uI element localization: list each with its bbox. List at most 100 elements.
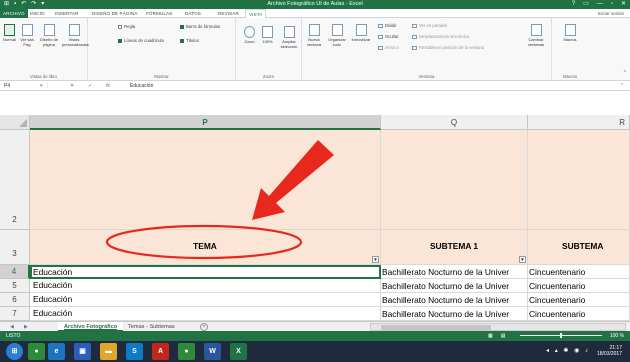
row-header-6[interactable]: 6	[0, 293, 30, 307]
enter-icon[interactable]: ✓	[88, 82, 92, 90]
column-header-r[interactable]: R	[528, 115, 630, 130]
header-subtema1-text: SUBTEMA 1	[429, 241, 479, 251]
file-explorer-icon[interactable]: ▣	[74, 343, 91, 360]
zoom-knob[interactable]	[560, 333, 562, 338]
tab-datos[interactable]: DATOS	[185, 9, 201, 18]
group-zoom: Zoom 100% Ampliar selección Zoom	[236, 18, 302, 81]
zoom-slider[interactable]	[520, 333, 602, 338]
column-header-p[interactable]: P	[30, 115, 381, 130]
side-by-side-button[interactable]: Ver en paralelo	[412, 23, 447, 28]
freeze-panes-button[interactable]: Inmovilizar	[350, 24, 372, 43]
cell-q6[interactable]: Bachillerato Nocturno de la Univer	[381, 293, 528, 307]
cell-p6[interactable]: Educación	[30, 293, 381, 307]
expand-formula-bar-icon[interactable]: ⌃	[620, 81, 624, 91]
cell-p5[interactable]: Educación	[30, 279, 381, 293]
help-icon[interactable]: ?	[572, 0, 575, 9]
maximize-button[interactable]: ▫	[611, 0, 613, 9]
row-header-5[interactable]: 5	[0, 279, 30, 293]
page-break-view-button[interactable]: Ver salt. Pág.	[20, 24, 35, 47]
cell-q2[interactable]	[381, 130, 528, 230]
word-icon[interactable]: W	[204, 343, 221, 360]
chrome-icon[interactable]: ●	[28, 343, 45, 360]
formula-input[interactable]: Educación	[130, 82, 153, 90]
split-button[interactable]: Dividir	[378, 23, 397, 28]
cell-p7[interactable]: Educación	[30, 307, 381, 321]
collapse-ribbon-icon[interactable]: ^	[624, 70, 626, 76]
folder-icon[interactable]: ▬	[100, 343, 117, 360]
header-cell-subtema1[interactable]: SUBTEMA 1 ▾	[381, 230, 528, 265]
custom-views-button[interactable]: Vistas personalizadas	[62, 24, 89, 47]
tab-diseno-pagina[interactable]: DISEÑO DE PÁGINA	[92, 9, 138, 18]
cell-p2[interactable]	[30, 130, 381, 230]
formula-bar-checkbox[interactable]: Barra de fórmulas	[180, 24, 220, 29]
filter-dropdown-icon[interactable]: ▾	[519, 256, 526, 263]
gridlines-checkbox[interactable]: Líneas de cuadrícula	[118, 38, 164, 43]
row-header-7[interactable]: 7	[0, 307, 30, 321]
cell-q4[interactable]: Bachillerato Nocturno de la Univer	[381, 265, 528, 279]
headings-checkbox[interactable]: Títulos	[180, 38, 199, 43]
new-sheet-icon[interactable]: +	[200, 323, 208, 331]
name-box[interactable]: P4	[4, 82, 34, 90]
tab-insertar[interactable]: INSERTAR	[55, 9, 79, 18]
zoom-percent[interactable]: 100 %	[610, 331, 624, 341]
normal-view-button[interactable]: Normal	[2, 24, 17, 43]
ribbon-display-icon[interactable]: ▭	[583, 0, 589, 9]
excel-icon[interactable]: X	[230, 343, 247, 360]
unhide-window-button[interactable]: Mostrar	[378, 45, 399, 50]
tab-formulas[interactable]: FÓRMULAS	[146, 9, 172, 18]
cell-r4[interactable]: Cincuentenario	[528, 265, 630, 279]
row-header-4[interactable]: 4	[0, 265, 30, 279]
tab-inicio[interactable]: INICIO	[30, 9, 45, 18]
ruler-checkbox[interactable]: Regla	[118, 24, 135, 29]
cell-r6[interactable]: Cincuentenario	[528, 293, 630, 307]
side-by-side-label: Ver en paralelo	[419, 23, 448, 28]
zoom-selection-button[interactable]: Ampliar selección	[278, 26, 300, 49]
cell-r7[interactable]: Cincuentenario	[528, 307, 630, 321]
zoom-100-button[interactable]: 100%	[260, 26, 275, 45]
status-ready: LISTO	[6, 333, 21, 339]
row-header-3[interactable]: 3	[0, 230, 30, 265]
macros-button[interactable]: Macros	[558, 24, 582, 43]
internet-explorer-icon[interactable]: e	[48, 343, 65, 360]
page-layout-status-icon[interactable]: ▤	[501, 331, 506, 341]
normal-view-status-icon[interactable]: ▦	[488, 331, 493, 341]
insert-function-icon[interactable]: fx	[106, 82, 110, 90]
row-header-2[interactable]: 2	[0, 130, 30, 230]
zoom-button[interactable]: Zoom	[242, 26, 257, 45]
tab-vista[interactable]: VISTA	[245, 9, 267, 18]
header-cell-tema[interactable]: TEMA ▾	[30, 230, 381, 265]
cell-p4[interactable]: Educación	[30, 265, 381, 279]
tray-icons[interactable]: ◂ ▴ ✱ ◉ ♪	[546, 347, 590, 354]
chrome-2-icon[interactable]: ●	[178, 343, 195, 360]
start-button-icon[interactable]: ⊞	[6, 343, 23, 360]
cell-q5[interactable]: Bachillerato Nocturno de la Univer	[381, 279, 528, 293]
switch-windows-button[interactable]: Cambiar ventanas	[524, 24, 548, 47]
hide-window-button[interactable]: Ocultar	[378, 34, 399, 39]
reset-position-button[interactable]: Restablecer posición de la ventana	[412, 45, 484, 50]
acrobat-icon[interactable]: A	[152, 343, 169, 360]
sign-in-link[interactable]: Iniciar sesión	[598, 9, 624, 18]
sync-scroll-button[interactable]: Desplazamiento sincrónico	[412, 34, 469, 39]
skype-icon[interactable]: S	[126, 343, 143, 360]
tab-revisar[interactable]: REVISAR	[218, 9, 239, 18]
ruler-checkbox-box	[118, 24, 122, 29]
clock[interactable]: 21:17 18/03/2017	[597, 345, 622, 357]
horizontal-scrollbar[interactable]	[370, 323, 626, 331]
close-button[interactable]: ✕	[621, 0, 626, 9]
tab-archivo[interactable]: ARCHIVO	[0, 9, 28, 18]
minimize-button[interactable]: —	[597, 0, 603, 9]
select-all-corner[interactable]	[0, 115, 30, 130]
page-layout-view-button[interactable]: Diseño de página	[40, 24, 58, 47]
new-window-button[interactable]: Nueva ventana	[304, 24, 324, 47]
column-header-q[interactable]: Q	[381, 115, 528, 130]
gridlines-label: Líneas de cuadrícula	[124, 38, 164, 43]
scroll-thumb[interactable]	[381, 325, 491, 330]
arrange-all-button[interactable]: Organizar todo	[326, 24, 348, 47]
cancel-icon[interactable]: ✕	[70, 82, 74, 90]
cell-q7[interactable]: Bachillerato Nocturno de la Univer	[381, 307, 528, 321]
namebox-dropdown-icon[interactable]: ▾ ⋮	[40, 82, 50, 90]
header-cell-subtema2[interactable]: SUBTEMA	[528, 230, 630, 265]
cell-r2[interactable]	[528, 130, 630, 230]
filter-dropdown-icon[interactable]: ▾	[372, 256, 379, 263]
cell-r5[interactable]: Cincuentenario	[528, 279, 630, 293]
